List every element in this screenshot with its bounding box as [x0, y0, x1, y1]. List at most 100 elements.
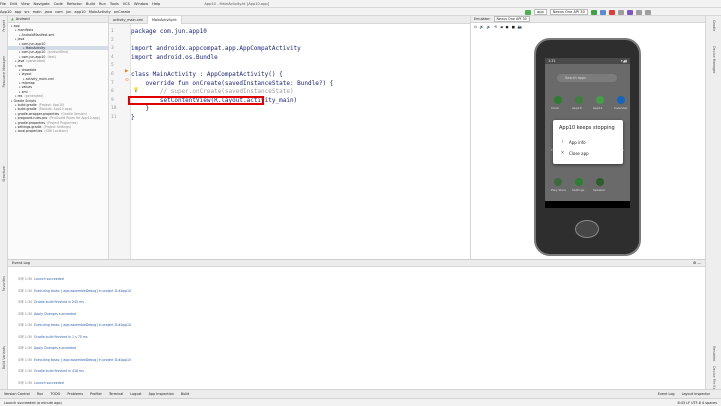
- entry-text[interactable]: Gradle build finished in 418 ms: [34, 369, 84, 373]
- breadcrumb-item[interactable]: src: [24, 10, 29, 14]
- phone-screen[interactable]: 1:31 ▾◢▮ Search apps Clock App10 App11 Cale…: [545, 58, 630, 208]
- bottom-tool-tab[interactable]: TODO: [50, 392, 60, 396]
- project-view-select[interactable]: Android: [16, 17, 30, 21]
- breadcrumb-item[interactable]: main: [33, 10, 42, 14]
- power-icon[interactable]: ⏻: [474, 25, 477, 29]
- entry-text[interactable]: Launch succeeded: [34, 381, 64, 385]
- editor-tab[interactable]: MainActivity.kt: [148, 15, 182, 24]
- code-line[interactable]: package com.jun.app10: [131, 28, 207, 35]
- app-icon[interactable]: [617, 96, 625, 104]
- entry-text[interactable]: Executing tasks: [:app:assembleDebug] in…: [34, 289, 131, 293]
- app-icon[interactable]: [596, 178, 604, 186]
- menu-item[interactable]: Edit: [10, 2, 17, 6]
- menu-item[interactable]: View: [21, 2, 30, 6]
- app-icon[interactable]: [596, 96, 604, 104]
- left-tool-tab[interactable]: Structure: [2, 166, 6, 182]
- menu-item[interactable]: Tools: [110, 2, 119, 6]
- bottom-tool-tab[interactable]: Run: [37, 392, 44, 396]
- screenshot-icon[interactable]: 📷: [518, 25, 522, 29]
- code-line[interactable]: import android.os.Bundle: [131, 54, 218, 61]
- bottom-tool-tab[interactable]: Logcat: [130, 392, 141, 396]
- breadcrumb-item[interactable]: app: [15, 10, 22, 14]
- event-log-entry: 오후 1:30 Gradle build finished in 1 s 75 m…: [18, 334, 88, 339]
- menu-item[interactable]: File: [0, 2, 6, 6]
- app-icon[interactable]: [554, 178, 562, 186]
- bottom-tools: Version Control Run TODO Problems Profiler Te…: [0, 392, 196, 396]
- breadcrumb-item[interactable]: MainActivity: [89, 10, 111, 14]
- overview-icon[interactable]: ■: [512, 25, 515, 29]
- run-icon[interactable]: [590, 9, 597, 15]
- code-line[interactable]: import androidx.appcompat.app.AppCompatA…: [131, 45, 301, 52]
- trackball[interactable]: [575, 220, 599, 238]
- bottom-tool-tab[interactable]: Profiler: [90, 392, 102, 396]
- app-search-bar[interactable]: Search apps: [557, 74, 617, 82]
- app-icon[interactable]: [575, 178, 583, 186]
- breadcrumb-item[interactable]: app10: [74, 10, 85, 14]
- entry-text[interactable]: Gradle build finished in 1 s 75 ms: [34, 335, 88, 339]
- right-tool-tab[interactable]: Gradle: [712, 20, 716, 31]
- menu-item[interactable]: Refactor: [67, 2, 82, 6]
- entry-text[interactable]: Executing tasks: [:app:assembleDebug] in…: [34, 358, 131, 362]
- menu-item[interactable]: Run: [99, 2, 106, 6]
- home-icon[interactable]: ●: [506, 25, 509, 29]
- left-tool-tab[interactable]: Build Variants: [2, 346, 6, 369]
- breadcrumb-item[interactable]: App10: [0, 10, 12, 14]
- back-icon[interactable]: ◀: [500, 25, 503, 29]
- menu-item[interactable]: Code: [54, 2, 63, 6]
- left-tool-tab[interactable]: Project: [2, 20, 6, 32]
- breadcrumb-item[interactable]: java: [45, 10, 53, 14]
- tree-item[interactable]: ▸local.properties (SDK Location): [8, 129, 108, 133]
- run-config-select[interactable]: app: [534, 9, 547, 15]
- entry-text[interactable]: Apply Changes succeeded: [34, 312, 76, 316]
- code-line[interactable]: override fun onCreate(savedInstanceState…: [131, 80, 333, 87]
- editor-tab[interactable]: activity_main.xml: [109, 15, 148, 24]
- stop-icon[interactable]: [608, 9, 615, 15]
- bottom-tool-tab[interactable]: Version Control: [4, 392, 30, 396]
- volume-up-icon[interactable]: 🔊: [480, 25, 484, 29]
- breadcrumb-item[interactable]: jun: [66, 10, 72, 14]
- debug-icon[interactable]: [599, 9, 606, 15]
- entry-text[interactable]: Apply Changes succeeded: [34, 346, 76, 350]
- override-gutter-icon[interactable]: ⊙: [125, 78, 129, 83]
- code-line[interactable]: }: [131, 105, 149, 112]
- panel-settings-icon[interactable]: ⚙ —: [693, 261, 701, 265]
- entry-text[interactable]: Executing tasks: [:app:assembleDebug] in…: [34, 323, 131, 327]
- menu-item[interactable]: Build: [86, 2, 95, 6]
- device-select[interactable]: Nexus One API 30: [549, 9, 588, 15]
- bottom-tool-tab[interactable]: App Inspection: [149, 392, 174, 396]
- code-line[interactable]: // super.onCreate(savedInstanceState): [131, 88, 294, 95]
- entry-text[interactable]: Gradle build finished in 245 ms: [34, 300, 84, 304]
- close-app-option[interactable]: ✕ Close app: [559, 151, 589, 156]
- menu-item[interactable]: Window: [134, 2, 148, 6]
- left-tool-tab[interactable]: Resource Manager: [2, 56, 6, 88]
- app-info-option[interactable]: i App info: [559, 140, 586, 145]
- entry-text[interactable]: Launch succeeded: [34, 277, 64, 281]
- right-tool-tab[interactable]: Emulator: [712, 346, 716, 361]
- search-icon[interactable]: [635, 9, 642, 15]
- avd-manager-icon[interactable]: [626, 9, 633, 15]
- app-icon[interactable]: [575, 96, 583, 104]
- rotate-icon[interactable]: ⟲: [494, 25, 497, 29]
- menu-item[interactable]: VCS: [123, 2, 130, 6]
- right-tool-tab[interactable]: Device Manager: [712, 46, 716, 74]
- bottom-tool-tab[interactable]: Layout Inspector: [682, 392, 710, 396]
- run-gutter-icon[interactable]: ▶: [125, 69, 128, 74]
- bottom-tool-tab[interactable]: Event Log: [658, 392, 675, 396]
- settings-icon[interactable]: [644, 9, 651, 15]
- volume-down-icon[interactable]: 🔉: [487, 25, 491, 29]
- breadcrumb-item[interactable]: onCreate: [114, 10, 130, 14]
- left-tool-tab[interactable]: Favorites: [2, 276, 6, 291]
- sync-icon[interactable]: [617, 9, 624, 15]
- bottom-tool-tab[interactable]: Terminal: [109, 392, 123, 396]
- hammer-icon[interactable]: [525, 9, 531, 15]
- code-line[interactable]: }: [131, 114, 135, 121]
- menu-item[interactable]: Help: [152, 2, 160, 6]
- code-line[interactable]: class MainActivity : AppCompatActivity()…: [131, 71, 283, 78]
- bottom-tool-tab[interactable]: Problems: [67, 392, 83, 396]
- breadcrumb-item[interactable]: com: [55, 10, 63, 14]
- emulator-device-tab[interactable]: Nexus One API 30: [493, 16, 530, 22]
- bottom-tool-tab[interactable]: Build: [181, 392, 190, 396]
- app-icon[interactable]: [554, 96, 562, 104]
- lightbulb-icon[interactable]: 💡: [133, 88, 139, 93]
- menu-item[interactable]: Navigate: [34, 2, 50, 6]
